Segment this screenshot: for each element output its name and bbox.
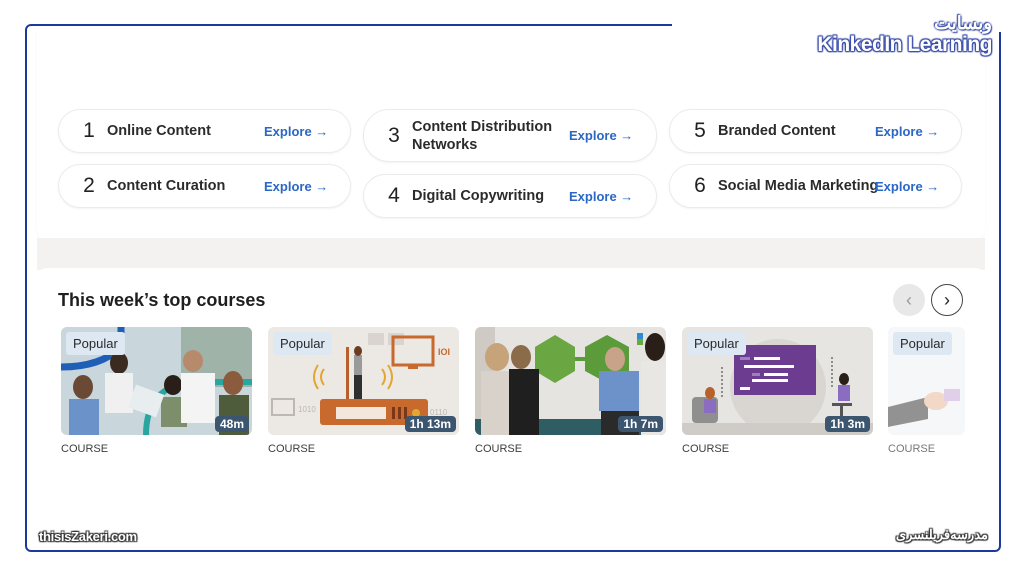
- watermark-top-right: وبسایت KinkedIn Learning: [817, 14, 992, 55]
- watermark-english-title: KinkedIn Learning: [817, 33, 992, 56]
- watermark-bottom-right: مدرسه‌فریلنسری: [895, 527, 988, 542]
- blue-frame-border: [25, 24, 1001, 552]
- watermark-bottom-left: thisisZakeri.com: [39, 529, 137, 544]
- watermark-persian-title: وبسایت: [934, 13, 992, 33]
- screenshot-stage: 1 Online Content Explore → 2 Content Cur…: [0, 0, 1024, 573]
